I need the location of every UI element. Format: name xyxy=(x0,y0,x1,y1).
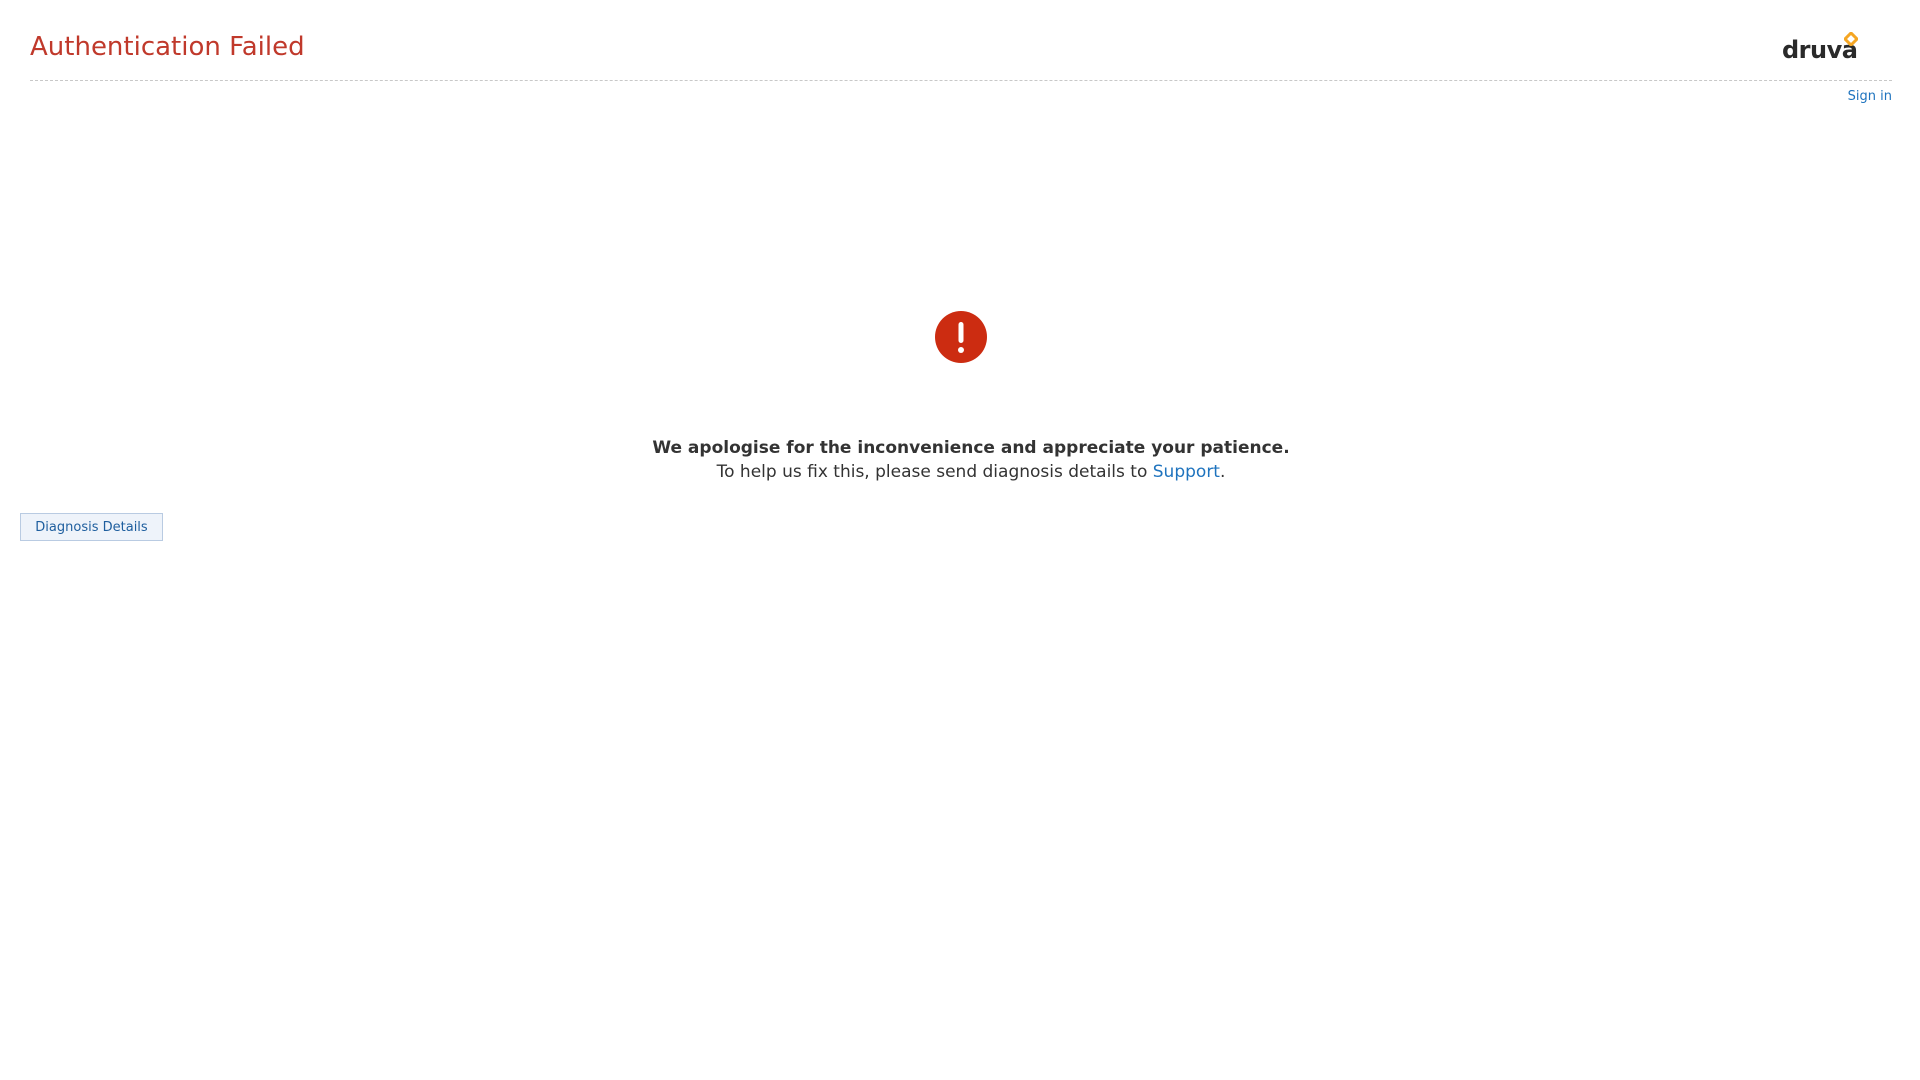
page-title: Authentication Failed xyxy=(30,32,305,62)
sign-in-link[interactable]: Sign in xyxy=(1848,89,1892,104)
support-link[interactable]: Support xyxy=(1153,462,1220,482)
error-message: We apologise for the inconvenience and a… xyxy=(0,436,1920,484)
druva-logo: druva xyxy=(1782,32,1862,66)
error-page: Authentication Failed druva Sign in We a… xyxy=(0,0,1920,1080)
diagnosis-details-button[interactable]: Diagnosis Details xyxy=(20,513,163,541)
error-detail-text: To help us fix this, please send diagnos… xyxy=(716,462,1153,482)
error-detail-suffix: . xyxy=(1219,462,1226,482)
error-headline: We apologise for the inconvenience and a… xyxy=(652,438,1290,458)
error-detail: To help us fix this, please send diagnos… xyxy=(0,460,1920,484)
page-header: Authentication Failed druva xyxy=(30,0,1892,81)
logo-diamond-icon xyxy=(1844,32,1858,46)
exclamation-circle-icon xyxy=(935,311,987,363)
